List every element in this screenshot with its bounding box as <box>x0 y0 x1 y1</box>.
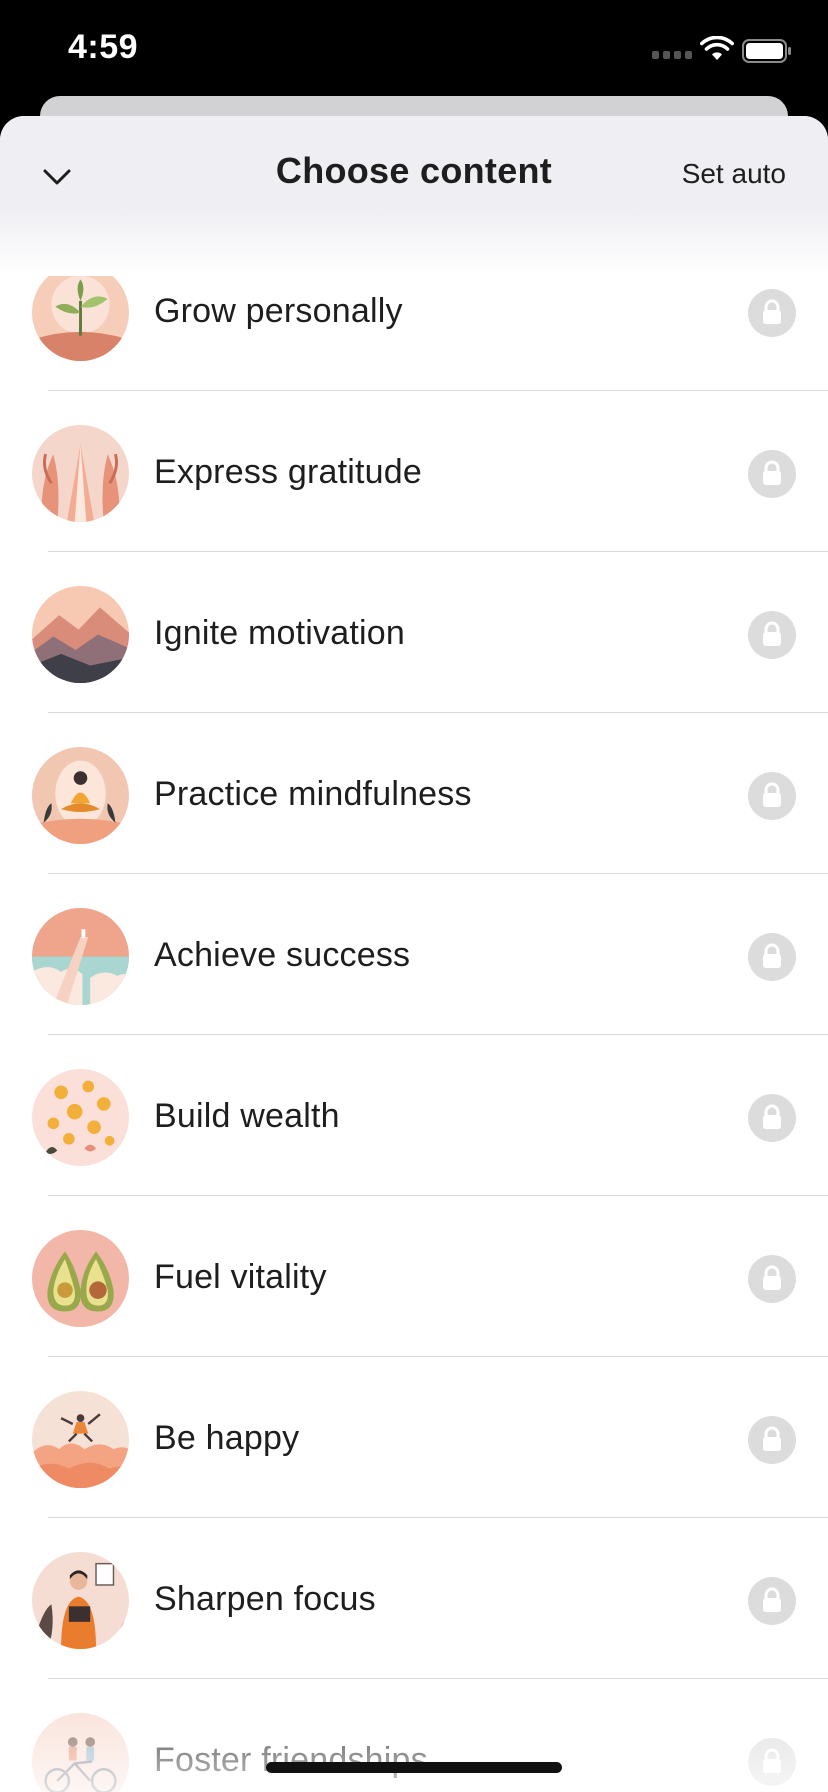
praying-hands-illustration <box>32 425 129 522</box>
topic-label: Practice mindfulness <box>154 775 472 813</box>
lock-icon <box>748 1577 796 1625</box>
gold-coins-illustration <box>32 1069 129 1166</box>
lock-icon <box>748 1094 796 1142</box>
sheet-header: Choose content Set auto <box>0 116 828 276</box>
topic-row-build-wealth[interactable]: Build wealth <box>0 1035 828 1196</box>
stairs-to-sky-illustration <box>32 908 129 1005</box>
home-indicator[interactable] <box>266 1762 562 1773</box>
lock-icon <box>748 289 796 337</box>
lock-icon <box>748 772 796 820</box>
status-time: 4:59 <box>68 28 139 66</box>
topic-row-achieve-success[interactable]: Achieve success <box>0 874 828 1035</box>
mountains-illustration <box>32 586 129 683</box>
topic-label: Build wealth <box>154 1097 340 1135</box>
topic-row-ignite-motivation[interactable]: Ignite motivation <box>0 552 828 713</box>
topic-label: Foster friendships <box>154 1741 428 1779</box>
topic-row-sharpen-focus[interactable]: Sharpen focus <box>0 1518 828 1679</box>
lock-icon <box>748 1416 796 1464</box>
cellular-signal-icon <box>652 51 692 61</box>
topic-row-express-gratitude[interactable]: Express gratitude <box>0 391 828 552</box>
topic-row-practice-mindfulness[interactable]: Practice mindfulness <box>0 713 828 874</box>
topic-row-be-happy[interactable]: Be happy <box>0 1357 828 1518</box>
lock-icon <box>748 933 796 981</box>
lock-icon <box>748 611 796 659</box>
wifi-icon <box>700 36 734 60</box>
jumping-person-clouds-illustration <box>32 1391 129 1488</box>
topic-label: Ignite motivation <box>154 614 405 652</box>
lock-icon <box>748 1255 796 1303</box>
sprout-illustration <box>32 264 129 361</box>
topic-label: Express gratitude <box>154 453 422 491</box>
topic-label: Grow personally <box>154 292 403 330</box>
status-bar: 4:59 <box>0 0 828 100</box>
person-reading-illustration <box>32 1552 129 1649</box>
topic-label: Fuel vitality <box>154 1258 327 1296</box>
lock-icon <box>748 450 796 498</box>
lock-icon <box>748 1738 796 1786</box>
topic-row-foster-friendships[interactable]: Foster friendships <box>0 1679 828 1792</box>
topic-row-fuel-vitality[interactable]: Fuel vitality <box>0 1196 828 1357</box>
meditation-illustration <box>32 747 129 844</box>
set-auto-button[interactable]: Set auto <box>682 158 786 190</box>
topic-label: Sharpen focus <box>154 1580 376 1618</box>
avocado-illustration <box>32 1230 129 1327</box>
choose-content-sheet: Choose content Set auto Grow personally <box>0 116 828 1792</box>
friends-cycling-illustration <box>32 1713 129 1792</box>
battery-icon <box>742 39 791 63</box>
topic-label: Be happy <box>154 1419 300 1457</box>
topic-label: Achieve success <box>154 936 411 974</box>
